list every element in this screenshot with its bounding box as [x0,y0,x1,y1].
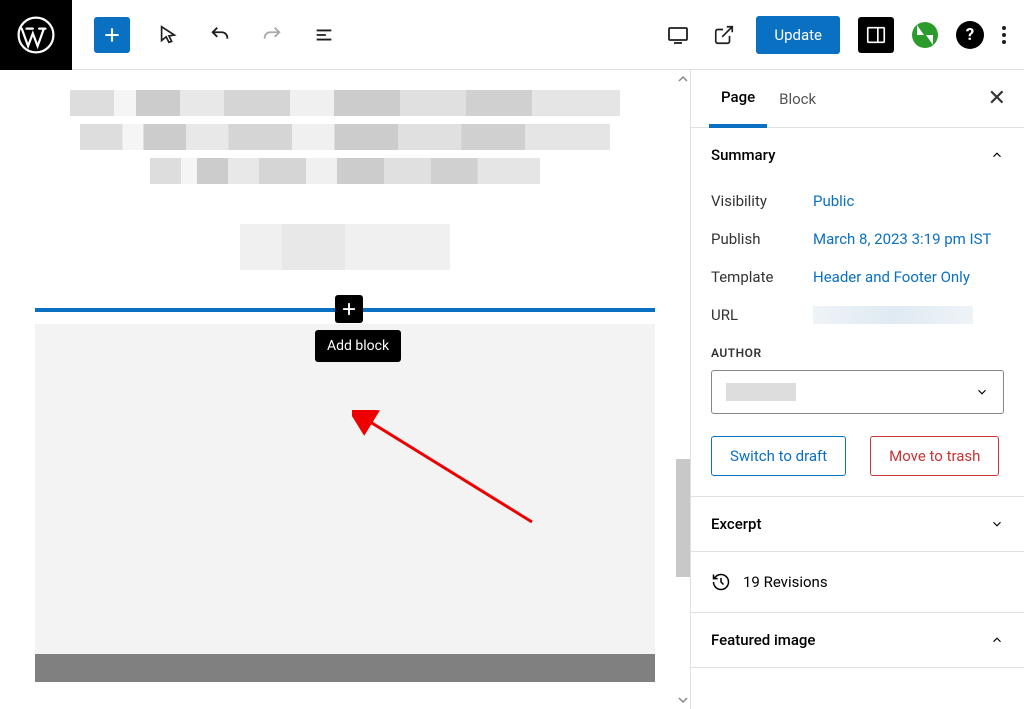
main-area: Add block Page Block ✕ Summary Visibilit… [0,70,1024,709]
history-icon [711,572,731,592]
url-value[interactable] [813,306,1004,324]
revisions-button[interactable]: 19 Revisions [691,552,1024,613]
blurred-text [240,224,450,270]
blurred-text [80,124,610,150]
editor-canvas[interactable]: Add block [0,70,690,709]
summary-panel-toggle[interactable]: Summary [691,128,1024,182]
undo-icon[interactable] [206,21,234,49]
excerpt-panel-toggle[interactable]: Excerpt [691,497,1024,551]
author-value-blurred [726,383,796,401]
url-label: URL [711,306,813,324]
scrollbar-thumb[interactable] [676,459,690,577]
blurred-text [70,90,620,116]
wordpress-logo[interactable] [0,0,72,70]
featured-image-toggle[interactable]: Featured image [691,613,1024,667]
toolbar-right-group: Update ? [664,16,1024,54]
empty-block[interactable] [35,324,655,654]
select-tool-icon[interactable] [154,21,182,49]
update-button[interactable]: Update [756,16,840,54]
action-buttons: Switch to draft Move to trash [711,436,1004,476]
list-view-icon[interactable] [310,21,338,49]
tab-block[interactable]: Block [767,72,828,126]
summary-body: VisibilityPublic PublishMarch 8, 2023 3:… [691,182,1024,496]
summary-title: Summary [711,146,775,164]
close-sidebar-icon[interactable]: ✕ [988,86,1006,111]
footer-bar [35,654,655,682]
featured-image-title: Featured image [711,631,815,649]
sidebar-tabs: Page Block ✕ [691,70,1024,128]
device-preview-icon[interactable] [664,21,692,49]
block-insertion-point: Add block [35,308,655,312]
publish-value[interactable]: March 8, 2023 3:19 pm IST [813,230,1004,248]
visibility-label: Visibility [711,192,813,210]
publish-label: Publish [711,230,813,248]
template-label: Template [711,268,813,286]
template-value[interactable]: Header and Footer Only [813,268,1004,286]
add-block-tooltip: Add block [315,330,401,362]
excerpt-panel: Excerpt [691,497,1024,552]
more-options-icon[interactable] [1002,26,1006,44]
tab-page[interactable]: Page [709,70,767,128]
redo-icon[interactable] [258,21,286,49]
toolbar-left-group [72,17,338,53]
switch-to-draft-button[interactable]: Switch to draft [711,436,846,476]
settings-sidebar: Page Block ✕ Summary VisibilityPublic Pu… [690,70,1024,709]
jetpack-icon[interactable] [912,22,938,48]
visibility-value[interactable]: Public [813,192,1004,210]
chevron-up-icon [990,633,1004,647]
top-toolbar: Update ? [0,0,1024,70]
chevron-up-icon [990,148,1004,162]
revisions-label: 19 Revisions [743,573,828,591]
scroll-up-icon[interactable] [677,74,689,84]
scroll-down-icon[interactable] [677,695,689,705]
chevron-down-icon [990,517,1004,531]
content-area: Add block [0,70,690,682]
author-label: AUTHOR [711,346,1004,360]
settings-panel-toggle[interactable] [858,17,894,53]
blurred-text [150,158,540,184]
help-icon[interactable]: ? [956,21,984,49]
external-link-icon[interactable] [710,21,738,49]
chevron-down-icon [975,385,989,399]
excerpt-title: Excerpt [711,515,761,533]
summary-panel: Summary VisibilityPublic PublishMarch 8,… [691,128,1024,497]
featured-image-panel: Featured image [691,613,1024,668]
insert-block-button[interactable] [335,295,363,323]
author-select[interactable] [711,370,1004,414]
add-block-button[interactable] [94,17,130,53]
move-to-trash-button[interactable]: Move to trash [870,436,999,476]
